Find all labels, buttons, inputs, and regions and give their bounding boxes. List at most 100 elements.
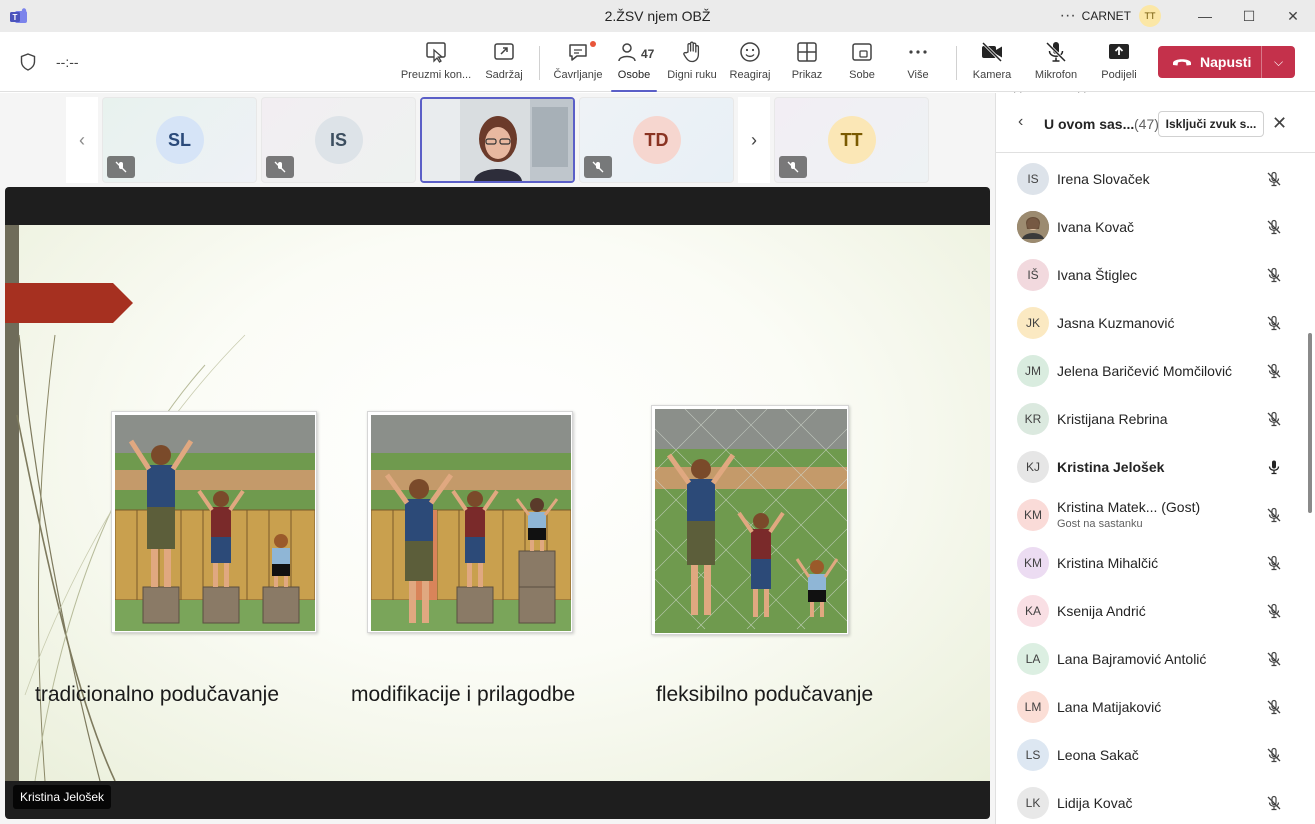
participant-avatar: LS: [1017, 739, 1049, 771]
mic-muted-icon[interactable]: [1266, 795, 1282, 811]
close-panel-icon[interactable]: ✕: [1272, 113, 1287, 134]
raise-hand-button[interactable]: Digni ruku: [667, 40, 717, 88]
participant-row[interactable]: KJ Kristina Jelošek: [996, 443, 1308, 491]
mic-muted-icon[interactable]: [1266, 747, 1282, 763]
leave-button[interactable]: Napusti: [1158, 46, 1262, 78]
breakout-rooms-icon: [852, 43, 872, 61]
mic-button[interactable]: Mikrofon: [1032, 40, 1080, 88]
shared-screen[interactable]: tradicionalno podučavanje modifikacije i…: [5, 187, 990, 819]
participant-name: Kristina Jelošek: [1057, 459, 1165, 475]
leave-button-group: Napusti ⌵: [1158, 46, 1295, 78]
more-label: Više: [907, 69, 929, 81]
mic-muted-icon[interactable]: [1266, 411, 1282, 427]
chat-notification-dot: [590, 41, 596, 47]
tile-muted-icon: [584, 156, 612, 178]
view-button[interactable]: Prikaz: [790, 40, 824, 88]
speaker-video-image: [422, 99, 573, 181]
more-button[interactable]: Više: [905, 40, 931, 88]
react-label: Reagiraj: [729, 69, 771, 81]
participant-row[interactable]: KM Kristina Matek... (Gost) Gost na sastan…: [996, 491, 1308, 539]
participant-name: Kristina Matek... (Gost): [1057, 499, 1201, 515]
mic-muted-icon[interactable]: [1266, 555, 1282, 571]
mic-muted-icon[interactable]: [1266, 267, 1282, 283]
strip-prev-chevron-icon[interactable]: ‹: [66, 97, 98, 183]
participant-tile[interactable]: TT: [774, 97, 929, 183]
meeting-timer: --:--: [56, 54, 79, 70]
mic-muted-icon[interactable]: [1266, 363, 1282, 379]
panel-scrollbar[interactable]: [1308, 333, 1312, 513]
meeting-toolbar: --:-- Preuzmi kon... Sadržaj Čavrljanje …: [0, 32, 1315, 99]
minimize-icon[interactable]: —: [1183, 0, 1227, 32]
tile-initials: IS: [314, 116, 363, 164]
user-avatar[interactable]: TT: [1139, 5, 1161, 27]
participants-count: (47): [1134, 116, 1159, 132]
mic-label: Mikrofon: [1034, 69, 1078, 81]
participant-name: Lana Bajramović Antolić: [1057, 651, 1207, 667]
more-horizontal-icon[interactable]: ···: [1054, 7, 1082, 25]
participant-row[interactable]: LK Lidija Kovač: [996, 779, 1308, 824]
mic-muted-icon[interactable]: [1266, 603, 1282, 619]
chat-icon: [569, 44, 587, 61]
people-icon: [618, 43, 636, 62]
participant-row[interactable]: JM Jelena Baričević Momčilović: [996, 347, 1308, 395]
mic-muted-icon[interactable]: [1266, 699, 1282, 715]
participant-row[interactable]: JK Jasna Kuzmanović: [996, 299, 1308, 347]
caption-flexible: fleksibilno podučavanje: [656, 683, 874, 706]
participant-row[interactable]: KR Kristijana Rebrina: [996, 395, 1308, 443]
participant-row[interactable]: KM Kristina Mihalčić: [996, 539, 1308, 587]
mute-all-button[interactable]: Isključi zvuk s...: [1158, 111, 1264, 137]
tile-initials: TT: [827, 116, 876, 164]
back-chevron-icon[interactable]: ‹: [1018, 113, 1023, 131]
active-speaker-video-tile[interactable]: [420, 97, 575, 183]
maximize-icon[interactable]: ☐: [1227, 0, 1271, 32]
illustration-modifications: [367, 411, 573, 633]
content-button[interactable]: Sadržaj: [484, 40, 524, 88]
rooms-button[interactable]: Sobe: [848, 40, 876, 88]
strip-next-chevron-icon[interactable]: ›: [738, 97, 770, 183]
presentation-slide: tradicionalno podučavanje modifikacije i…: [5, 225, 990, 781]
participant-tile[interactable]: IS: [261, 97, 416, 183]
tile-muted-icon: [266, 156, 294, 178]
share-button[interactable]: Podijeli: [1101, 40, 1137, 88]
share-screen-icon: [1109, 44, 1129, 59]
chat-button[interactable]: Čavrljanje: [552, 40, 604, 88]
participant-tile[interactable]: SL: [102, 97, 257, 183]
mic-muted-icon[interactable]: [1266, 171, 1282, 187]
participant-row[interactable]: IŠ Ivana Štiglec: [996, 251, 1308, 299]
presenter-name-tag: Kristina Jelošek: [13, 785, 112, 809]
participant-row[interactable]: LS Leona Sakač: [996, 731, 1308, 779]
raise-hand-icon: [683, 41, 700, 63]
leave-label: Napusti: [1200, 54, 1252, 70]
mic-muted-icon[interactable]: [1266, 651, 1282, 667]
camera-button[interactable]: Kamera: [972, 40, 1012, 88]
people-button[interactable]: 47 Osobe: [611, 40, 657, 92]
profile-photo: [1017, 211, 1049, 243]
illustration-traditional-teaching: [111, 411, 317, 633]
participant-name: Jelena Baričević Momčilović: [1057, 363, 1233, 379]
meeting-stage: ‹ SL IS TD › TT tradicionalno podučavanj…: [0, 93, 995, 824]
share-label: Podijeli: [1101, 69, 1137, 81]
participant-name: Jasna Kuzmanović: [1057, 315, 1175, 331]
participant-row[interactable]: LM Lana Matijaković: [996, 683, 1308, 731]
mic-on-icon[interactable]: [1266, 459, 1282, 475]
participant-row[interactable]: LA Lana Bajramović Antolić: [996, 635, 1308, 683]
participant-row[interactable]: IS Irena Slovaček: [996, 155, 1308, 203]
mic-muted-icon[interactable]: [1266, 219, 1282, 235]
participant-name: Kristina Mihalčić: [1057, 555, 1159, 571]
org-name[interactable]: CARNET: [1082, 9, 1131, 23]
participant-tile[interactable]: TD: [579, 97, 734, 183]
shield-icon[interactable]: [20, 53, 36, 71]
participant-row[interactable]: Ivana Kovač: [996, 203, 1308, 251]
participant-name: Ivana Štiglec: [1057, 267, 1138, 283]
participant-avatar: LM: [1017, 691, 1049, 723]
title-bar: T 2.ŽSV njem OBŽ ··· CARNET TT — ☐ ✕: [0, 0, 1315, 32]
take-control-button[interactable]: Preuzmi kon...: [401, 40, 471, 88]
mic-muted-icon[interactable]: [1266, 507, 1282, 523]
react-button[interactable]: Reagiraj: [730, 40, 770, 88]
participant-row[interactable]: KA Ksenija Andrić: [996, 587, 1308, 635]
close-window-icon[interactable]: ✕: [1271, 0, 1315, 32]
participant-avatar: KM: [1017, 499, 1049, 531]
leave-options-chevron-icon[interactable]: ⌵: [1262, 55, 1295, 70]
mic-muted-icon[interactable]: [1266, 315, 1282, 331]
tile-muted-icon: [107, 156, 135, 178]
